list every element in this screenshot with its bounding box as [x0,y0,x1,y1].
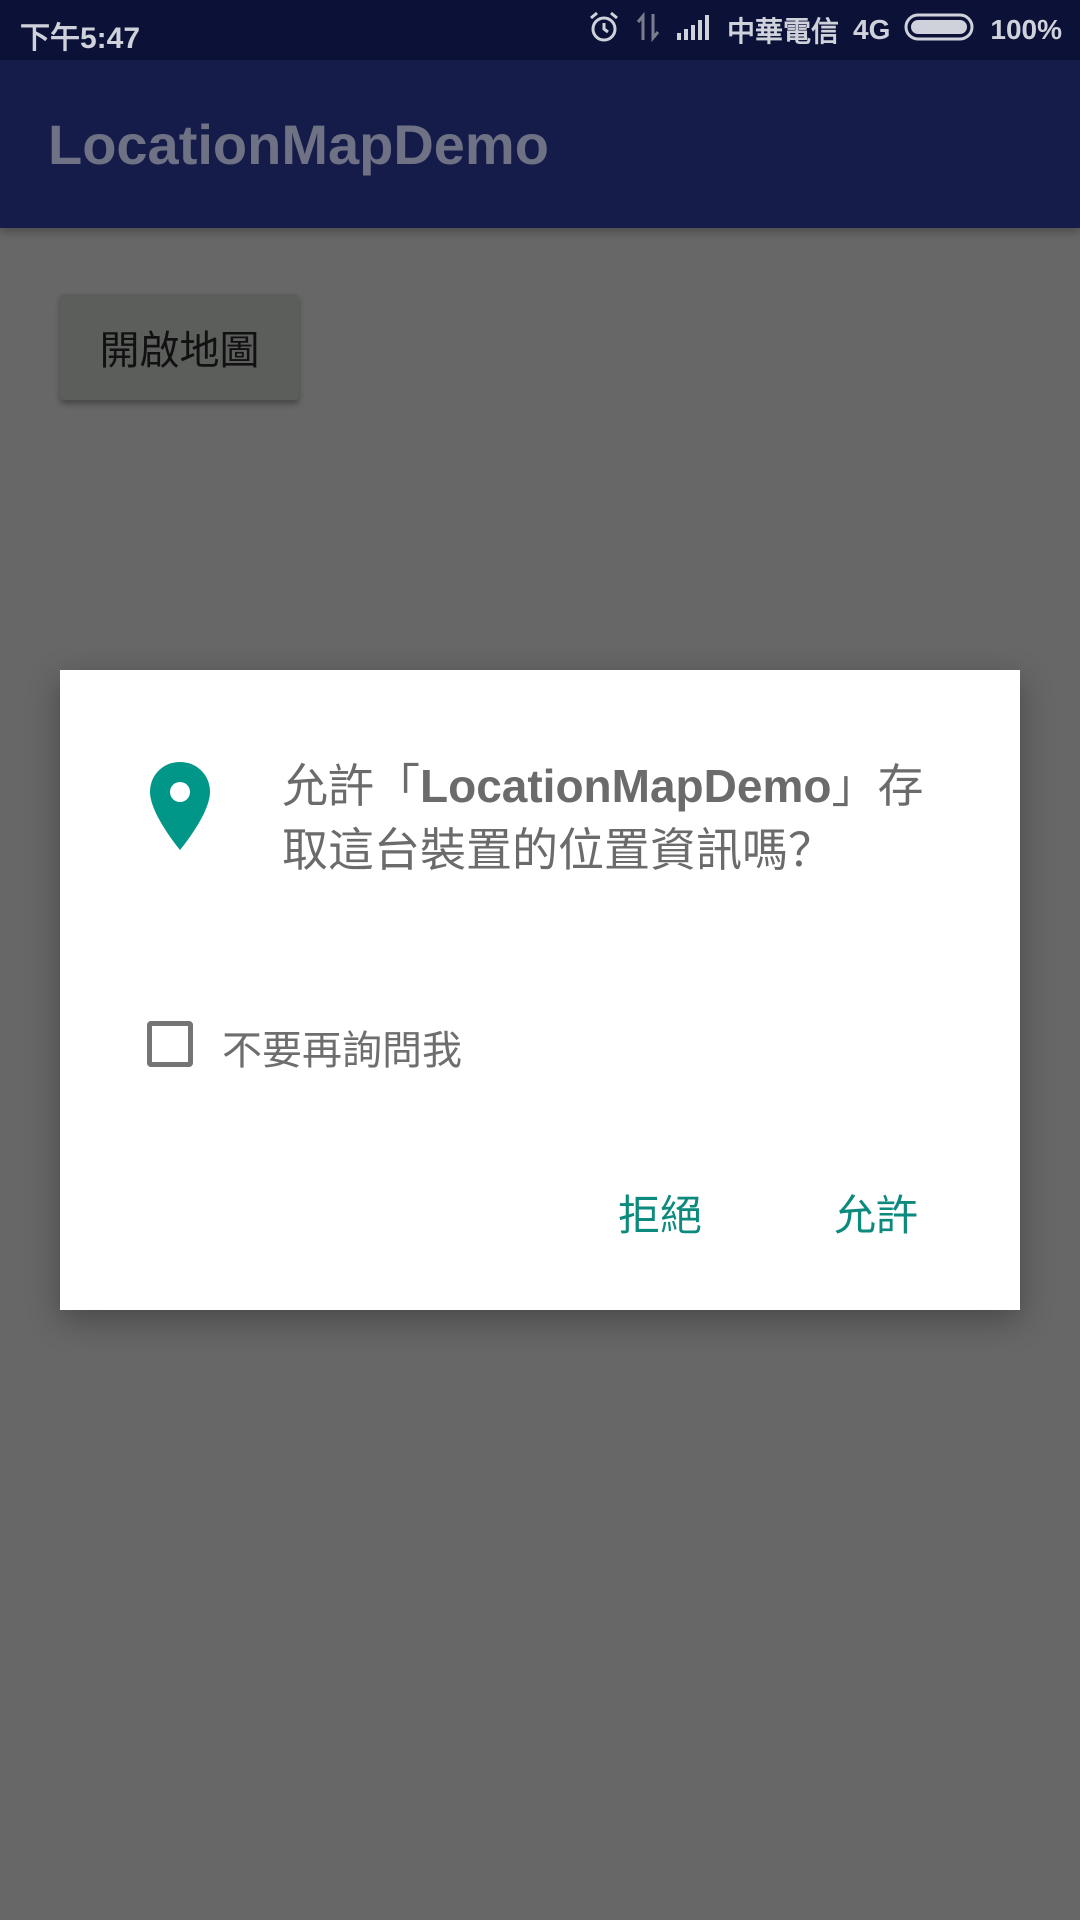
message-prefix: 允許「 [282,759,420,813]
status-bar: 下午5:47 中華電信 4G 100% [0,0,1080,60]
message-app-name: LocationMapDemo [420,760,832,812]
location-pin-icon [148,760,212,852]
status-time: 下午5:47 [20,22,141,55]
data-transfer-icon [635,11,661,49]
status-icons: 中華電信 4G 100% [587,10,1062,50]
carrier-name: 中華電信 [727,16,840,47]
signal-icon [675,13,713,48]
permission-message: 允許「LocationMapDemo」存取這台裝置的位置資訊嗎？ [282,754,962,882]
network-type: 4G [853,14,891,45]
app-bar: LocationMapDemo [0,60,1080,228]
alarm-icon [587,10,621,51]
dont-ask-again-label[interactable]: 不要再詢問我 [222,1018,462,1076]
battery-icon [904,12,976,49]
allow-button[interactable]: 允許 [834,1182,918,1243]
dont-ask-again-checkbox[interactable] [147,1021,193,1067]
permission-dialog: 允許「LocationMapDemo」存取這台裝置的位置資訊嗎？ 不要再詢問我 … [60,670,1020,1310]
open-map-button[interactable]: 開啟地圖 [60,294,299,400]
app-title: LocationMapDemo [48,113,549,176]
deny-button[interactable]: 拒絕 [618,1182,702,1243]
battery-level: 100% [990,14,1062,45]
